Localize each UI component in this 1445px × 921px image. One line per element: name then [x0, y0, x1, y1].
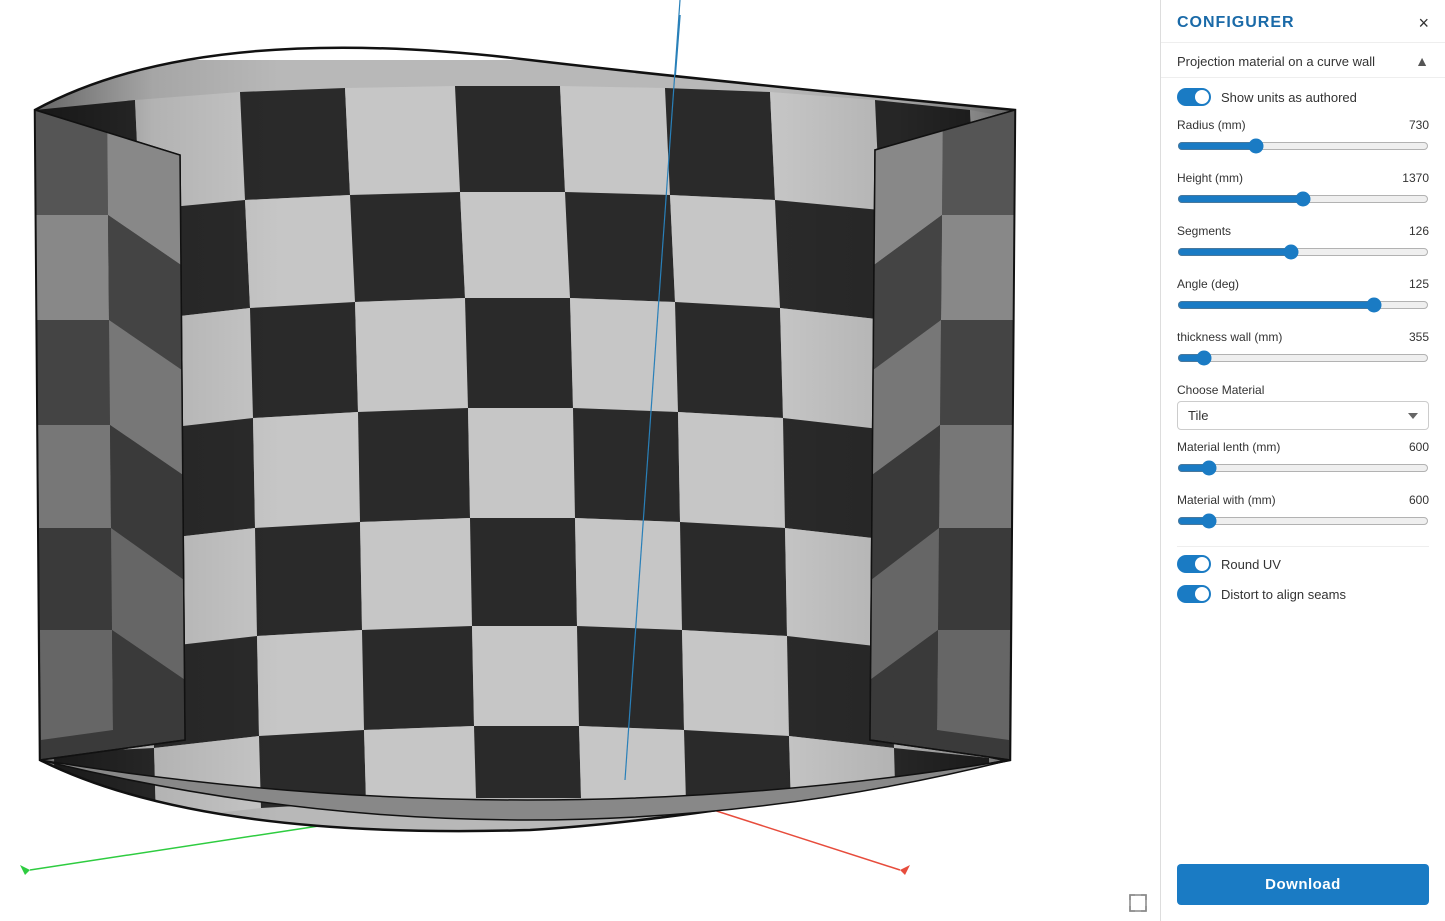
sidebar-title: CONFIGURER	[1177, 14, 1295, 32]
section-label: Projection material on a curve wall	[1177, 54, 1375, 69]
show-units-label: Show units as authored	[1221, 90, 1357, 105]
sidebar: CONFIGURER × Projection material on a cu…	[1160, 0, 1445, 921]
thickness-label: thickness wall (mm)	[1177, 330, 1282, 344]
material-width-header: Material with (mm) 600	[1177, 493, 1429, 507]
radius-param: Radius (mm) 730	[1177, 118, 1429, 161]
material-length-param: Material lenth (mm) 600	[1177, 440, 1429, 483]
material-width-value: 600	[1409, 493, 1429, 507]
toggle-slider-show-units	[1177, 88, 1211, 106]
material-width-label: Material with (mm)	[1177, 493, 1276, 507]
material-length-slider[interactable]	[1177, 458, 1429, 478]
thickness-param: thickness wall (mm) 355	[1177, 330, 1429, 373]
material-dropdown-row: Choose Material Tile	[1177, 383, 1429, 430]
angle-header: Angle (deg) 125	[1177, 277, 1429, 291]
distort-label: Distort to align seams	[1221, 587, 1346, 602]
height-slider[interactable]	[1177, 189, 1429, 209]
sidebar-content: Show units as authored Radius (mm) 730 H…	[1161, 78, 1445, 848]
segments-param: Segments 126	[1177, 224, 1429, 267]
segments-header: Segments 126	[1177, 224, 1429, 238]
close-button[interactable]: ×	[1418, 14, 1429, 32]
round-uv-row: Round UV	[1177, 555, 1429, 573]
height-param: Height (mm) 1370	[1177, 171, 1429, 214]
material-width-param: Material with (mm) 600	[1177, 493, 1429, 536]
segments-value: 126	[1409, 224, 1429, 238]
segments-label: Segments	[1177, 224, 1231, 238]
material-width-slider[interactable]	[1177, 511, 1429, 531]
material-length-header: Material lenth (mm) 600	[1177, 440, 1429, 454]
height-value: 1370	[1402, 171, 1429, 185]
radius-value: 730	[1409, 118, 1429, 132]
show-units-toggle[interactable]	[1177, 88, 1211, 106]
height-label: Height (mm)	[1177, 171, 1243, 185]
segments-slider[interactable]	[1177, 242, 1429, 262]
thickness-value: 355	[1409, 330, 1429, 344]
collapse-button[interactable]: ▲	[1415, 53, 1429, 69]
distort-row: Distort to align seams	[1177, 585, 1429, 603]
thickness-header: thickness wall (mm) 355	[1177, 330, 1429, 344]
sidebar-header: CONFIGURER ×	[1161, 0, 1445, 43]
material-select[interactable]: Tile	[1177, 401, 1429, 430]
round-uv-label: Round UV	[1221, 557, 1281, 572]
download-button[interactable]: Download	[1177, 864, 1429, 905]
divider	[1177, 546, 1429, 547]
section-header: Projection material on a curve wall ▲	[1161, 43, 1445, 78]
thickness-slider[interactable]	[1177, 348, 1429, 368]
distort-toggle[interactable]	[1177, 585, 1211, 603]
angle-label: Angle (deg)	[1177, 277, 1239, 291]
3d-viewport[interactable]	[0, 0, 1160, 921]
material-length-label: Material lenth (mm)	[1177, 440, 1280, 454]
scene-svg	[0, 0, 1160, 921]
toggle-slider-round-uv	[1177, 555, 1211, 573]
angle-value: 125	[1409, 277, 1429, 291]
round-uv-toggle[interactable]	[1177, 555, 1211, 573]
radius-slider[interactable]	[1177, 136, 1429, 156]
radius-header: Radius (mm) 730	[1177, 118, 1429, 132]
material-label: Choose Material	[1177, 383, 1429, 397]
radius-label: Radius (mm)	[1177, 118, 1246, 132]
height-header: Height (mm) 1370	[1177, 171, 1429, 185]
show-units-row: Show units as authored	[1177, 88, 1429, 106]
toggle-slider-distort	[1177, 585, 1211, 603]
angle-param: Angle (deg) 125	[1177, 277, 1429, 320]
material-length-value: 600	[1409, 440, 1429, 454]
angle-slider[interactable]	[1177, 295, 1429, 315]
